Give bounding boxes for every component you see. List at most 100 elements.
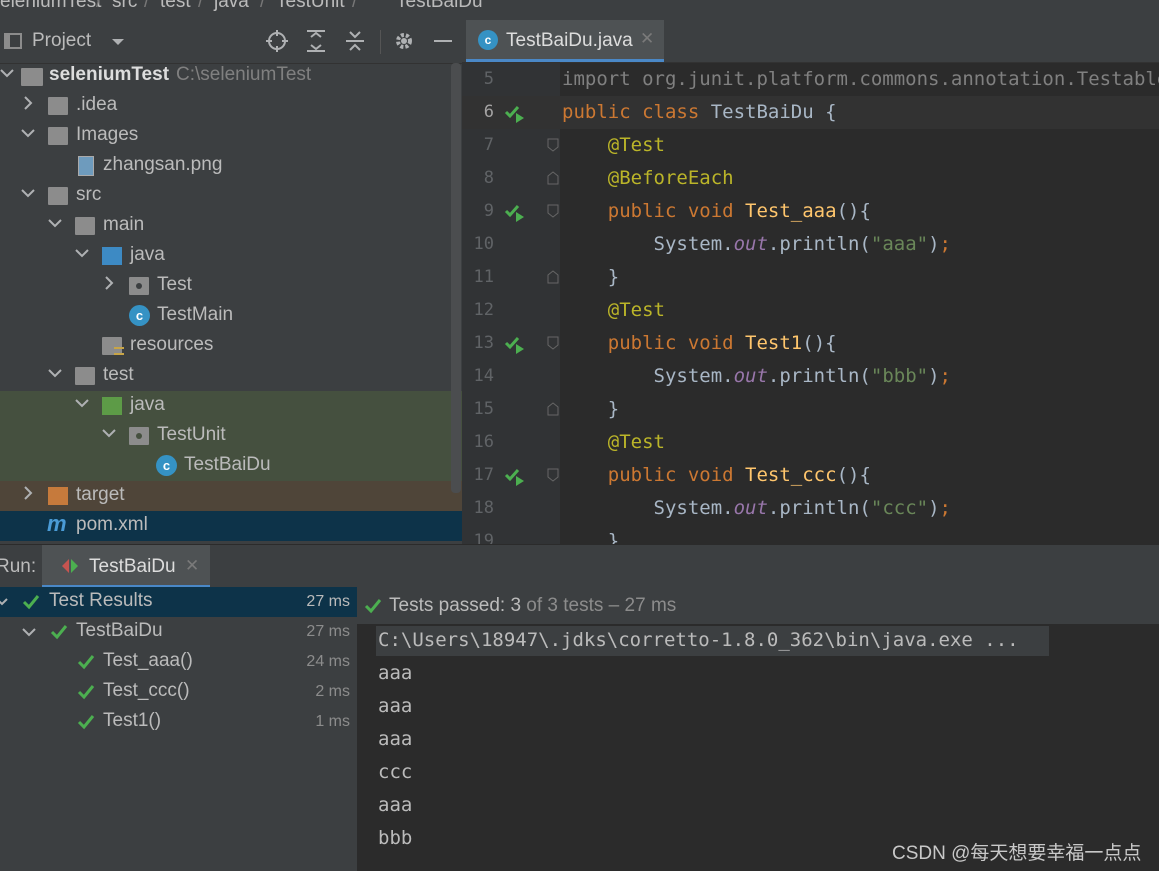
locate-icon[interactable] — [265, 29, 289, 53]
test-class-row[interactable]: TestBaiDu 27 ms — [0, 617, 357, 647]
minimize-icon[interactable] — [431, 29, 455, 53]
breadcrumb-item[interactable]: test — [160, 0, 191, 13]
chevron-down-icon[interactable] — [102, 426, 116, 440]
chevron-down-icon[interactable] — [48, 216, 62, 230]
console-line: bbb — [378, 827, 413, 849]
tree-item-main[interactable]: main — [0, 211, 462, 241]
fold-icon[interactable] — [547, 336, 559, 350]
test-method-row[interactable]: Test_ccc() 2 ms — [0, 677, 357, 707]
code-line: 7 @Test — [462, 129, 1159, 162]
run-label: Run: — [0, 556, 37, 577]
tree-item-target[interactable]: target — [0, 481, 462, 511]
breadcrumb-separator: / — [96, 0, 102, 12]
chevron-down-icon[interactable] — [0, 597, 14, 613]
test-label: Test1() — [103, 710, 162, 731]
gear-icon[interactable] — [392, 29, 416, 53]
toolbar-divider — [380, 30, 381, 54]
chevron-down-icon[interactable] — [111, 38, 125, 47]
check-icon — [22, 595, 40, 610]
project-view-icon — [4, 33, 22, 49]
tree-item-test-java[interactable]: java — [0, 391, 462, 421]
run-tab-testbaidu[interactable]: TestBaiDu ✕ — [42, 545, 210, 588]
fold-icon[interactable] — [547, 171, 559, 185]
tree-item-label: test — [103, 364, 134, 385]
tree-item-testbaidu[interactable]: c TestBaiDu — [0, 451, 462, 481]
line-number: 5 — [483, 69, 494, 89]
close-icon[interactable]: ✕ — [640, 29, 654, 49]
run-test-icon[interactable] — [504, 103, 526, 123]
test-method-row[interactable]: Test1() 1 ms — [0, 707, 357, 737]
tree-item-zhangsan-png[interactable]: zhangsan.png — [0, 151, 462, 181]
chevron-down-icon[interactable] — [48, 366, 62, 380]
tree-item-label: TestBaiDu — [184, 454, 271, 475]
console-line: ccc — [378, 761, 413, 783]
fold-icon[interactable] — [547, 402, 559, 416]
tree-item-label: resources — [130, 334, 214, 355]
console-line: aaa — [378, 695, 413, 717]
folder-icon — [75, 217, 95, 235]
run-test-icon[interactable] — [504, 466, 526, 486]
run-test-icon[interactable] — [504, 202, 526, 222]
line-number: 7 — [483, 135, 494, 155]
test-method-row[interactable]: Test_aaa() 24 ms — [0, 647, 357, 677]
fold-icon[interactable] — [547, 270, 559, 284]
test-source-folder-icon — [102, 397, 122, 415]
fold-icon[interactable] — [547, 468, 559, 482]
tree-item-seleniumTest[interactable]: seleniumTest C:\seleniumTest — [0, 61, 462, 91]
chevron-down-icon[interactable] — [21, 126, 35, 140]
tree-item-test[interactable]: test — [0, 361, 462, 391]
tree-item-label: Images — [76, 124, 139, 145]
tree-item-label: pom.xml — [76, 514, 148, 535]
code-line: 12 @Test — [462, 294, 1159, 327]
test-status-bar: Tests passed: 3 of 3 tests – 27 ms — [357, 587, 1159, 624]
breadcrumb-item[interactable]: java — [214, 0, 249, 13]
console-command: C:\Users\18947\.jdks\corretto-1.8.0_362\… — [378, 629, 1019, 651]
expand-all-icon[interactable] — [304, 29, 328, 53]
tree-item-src[interactable]: src — [0, 181, 462, 211]
tree-item-resources[interactable]: resources — [0, 331, 462, 361]
chevron-down-icon[interactable] — [21, 186, 35, 200]
breadcrumb-item[interactable]: src — [112, 0, 137, 13]
test-time: 27 ms — [306, 623, 350, 640]
tree-item-images[interactable]: Images — [0, 121, 462, 151]
line-number: 12 — [473, 300, 494, 320]
fold-icon[interactable] — [547, 138, 559, 152]
tree-item-testunit[interactable]: TestUnit — [0, 421, 462, 451]
folder-icon — [48, 97, 68, 115]
breadcrumb-item[interactable]: TestUnit — [276, 0, 345, 13]
tree-item-label: TestUnit — [157, 424, 226, 445]
tree-item-main-java[interactable]: java — [0, 241, 462, 271]
breadcrumb-item[interactable]: TestBaiDu — [396, 0, 483, 13]
breadcrumb-separator: / — [198, 0, 204, 12]
scrollbar[interactable] — [451, 63, 461, 493]
code-line: 13 public void Test1(){ — [462, 327, 1159, 360]
chevron-down-icon[interactable] — [0, 66, 14, 80]
chevron-down-icon[interactable] — [75, 246, 89, 260]
breadcrumb-item[interactable]: eleniumTest — [0, 0, 101, 13]
tree-item-idea[interactable]: .idea — [0, 91, 462, 121]
chevron-right-icon[interactable] — [21, 486, 35, 500]
tree-item-test-package[interactable]: Test — [0, 271, 462, 301]
maven-icon: m — [47, 511, 67, 536]
tree-item-testmain[interactable]: c TestMain — [0, 301, 462, 331]
collapse-all-icon[interactable] — [343, 29, 367, 53]
test-results-root[interactable]: Test Results 27 ms — [0, 587, 357, 617]
chevron-down-icon[interactable] — [75, 396, 89, 410]
project-view-title[interactable]: Project — [32, 30, 91, 52]
run-test-icon[interactable] — [504, 334, 526, 354]
tree-item-label: seleniumTest — [49, 64, 170, 85]
code-line-current: 6 public class TestBaiDu { — [462, 96, 1159, 129]
test-results-tree: Test Results 27 ms TestBaiDu 27 ms Test_… — [0, 587, 357, 871]
chevron-right-icon[interactable] — [102, 276, 116, 290]
tree-item-pom-xml[interactable]: m pom.xml — [0, 511, 462, 541]
tree-item-label: Test — [157, 274, 192, 295]
fold-icon[interactable] — [547, 204, 559, 218]
excluded-folder-icon — [48, 487, 68, 505]
chevron-down-icon[interactable] — [22, 627, 40, 643]
line-number: 17 — [473, 465, 494, 485]
tab-testbaidu-java[interactable]: c TestBaiDu.java ✕ — [466, 20, 664, 62]
console-line: aaa — [378, 662, 413, 684]
close-icon[interactable]: ✕ — [185, 556, 199, 576]
chevron-right-icon[interactable] — [21, 96, 35, 110]
tree-item-label: zhangsan.png — [103, 154, 223, 175]
